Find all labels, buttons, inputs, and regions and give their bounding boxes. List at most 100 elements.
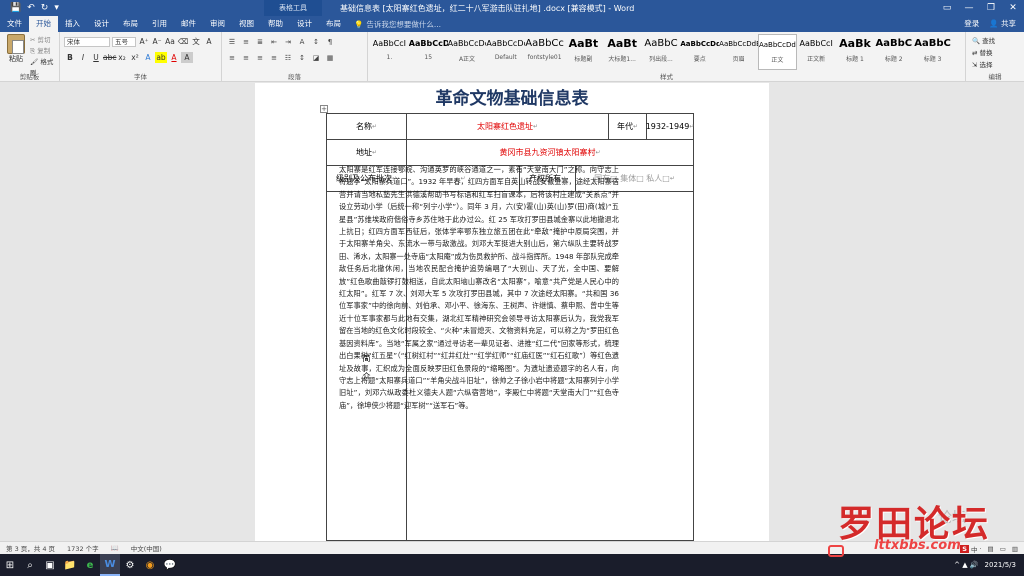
redo-icon[interactable]: ↻ xyxy=(41,3,49,13)
tab-view[interactable]: 视图 xyxy=(232,16,261,32)
replace-button[interactable]: ⇄ 替换 xyxy=(972,47,995,59)
browser-icon[interactable]: e xyxy=(80,554,100,576)
tab-help[interactable]: 帮助 xyxy=(261,16,290,32)
name-value-cell[interactable]: 太阳寨红色遗址 ↵ xyxy=(407,114,609,140)
change-case-icon[interactable]: Aa xyxy=(164,36,176,47)
word-app-icon[interactable]: W xyxy=(100,554,120,576)
name-label-cell[interactable]: 名称 ↵ xyxy=(327,114,407,140)
align-left-icon[interactable]: ≡ xyxy=(226,53,238,63)
tell-me-search[interactable]: 💡 告诉我您想要做什么... xyxy=(348,19,441,30)
close-button[interactable]: ✕ xyxy=(1002,0,1024,16)
word-count[interactable]: 1732 个字 xyxy=(61,543,105,553)
address-value-cell[interactable]: 黄冈市县九资河镇太阳寨村 ↵ xyxy=(407,140,693,166)
wechat-icon[interactable]: 💬 xyxy=(160,554,180,576)
proofing-icon[interactable]: 📖 xyxy=(105,544,125,552)
char-shading-icon[interactable]: A xyxy=(181,52,193,63)
task-view-icon[interactable]: ▣ xyxy=(40,554,60,576)
align-center-icon[interactable]: ≡ xyxy=(240,53,252,63)
style-item[interactable]: AaBbCcDdE 页眉 xyxy=(719,34,758,70)
subscript-icon[interactable]: x₂ xyxy=(116,52,128,63)
tab-table-design[interactable]: 设计 xyxy=(290,16,319,32)
sign-in-link[interactable]: 登录 xyxy=(964,16,979,32)
minimize-button[interactable]: — xyxy=(958,0,980,16)
decrease-indent-icon[interactable]: ⇤ xyxy=(268,37,280,47)
line-spacing-icon[interactable]: ↕ xyxy=(296,53,308,63)
style-item[interactable]: AaBbCcI 正文新 xyxy=(797,34,836,70)
style-item[interactable]: AaBbCcDd 要点 xyxy=(680,34,719,70)
copy-button[interactable]: ⎘ 复制 xyxy=(30,46,59,57)
tab-design[interactable]: 设计 xyxy=(87,16,116,32)
font-color-icon[interactable]: A xyxy=(168,52,180,63)
language-indicator[interactable]: 中文(中国) xyxy=(125,543,168,553)
numbering-icon[interactable]: ≡ xyxy=(240,37,252,47)
style-item[interactable]: AaBt 标题副 xyxy=(564,34,603,70)
shrink-font-icon[interactable]: A⁻ xyxy=(151,36,163,47)
char-border-icon[interactable]: A xyxy=(203,36,215,47)
grow-font-icon[interactable]: A⁺ xyxy=(138,36,150,47)
justify-icon[interactable]: ≡ xyxy=(268,53,280,63)
table-move-handle[interactable]: + xyxy=(320,105,328,113)
style-item-selected[interactable]: AaBbCcDd 正文 xyxy=(757,34,797,70)
tab-mailings[interactable]: 邮件 xyxy=(174,16,203,32)
bullets-icon[interactable]: ☰ xyxy=(226,37,238,47)
underline-icon[interactable]: U xyxy=(90,52,102,63)
clear-format-icon[interactable]: ⌫ xyxy=(177,36,189,47)
search-icon[interactable]: ⌕ xyxy=(20,554,40,576)
font-name-dropdown[interactable]: 宋体 xyxy=(64,37,110,47)
style-item[interactable]: AaBbCcI 1. xyxy=(370,34,409,70)
select-button[interactable]: ⇲ 选择 xyxy=(972,59,995,71)
italic-icon[interactable]: I xyxy=(77,52,89,63)
page-count[interactable]: 第 3 页，共 4 页 xyxy=(0,543,61,553)
save-icon[interactable]: 💾 xyxy=(10,3,21,13)
find-button[interactable]: 🔍 查找 xyxy=(972,35,995,47)
tab-references[interactable]: 引用 xyxy=(145,16,174,32)
phonetic-guide-icon[interactable]: 文 xyxy=(190,36,202,47)
highlight-icon[interactable]: ab xyxy=(155,52,167,63)
style-item[interactable]: AaBbC 标题 3 xyxy=(913,34,952,70)
tab-home[interactable]: 开始 xyxy=(29,16,58,32)
restore-button[interactable]: ❐ xyxy=(980,0,1002,16)
text-effects-icon[interactable]: A xyxy=(142,52,154,63)
style-item[interactable]: AaBbC 标题 2 xyxy=(874,34,913,70)
paste-button[interactable]: 粘贴 xyxy=(4,34,28,64)
chinese-layout-icon[interactable]: A xyxy=(296,37,308,47)
customize-qat-icon[interactable]: ▾ xyxy=(54,3,59,13)
tab-review[interactable]: 审阅 xyxy=(203,16,232,32)
settings-app-icon[interactable]: ⚙ xyxy=(120,554,140,576)
style-item[interactable]: AaBbCcD 15 xyxy=(409,34,448,70)
superscript-icon[interactable]: x² xyxy=(129,52,141,63)
show-marks-icon[interactable]: ¶ xyxy=(324,37,336,47)
style-item[interactable]: AaBbCcDc A正文 xyxy=(448,34,487,70)
address-label-cell[interactable]: 地址 ↵ xyxy=(327,140,407,166)
borders-icon[interactable]: ▦ xyxy=(324,53,336,63)
style-item[interactable]: AaBbC 列出段... xyxy=(642,34,681,70)
document-page[interactable]: 革命文物基础信息表 + 名称 ↵ 太阳寨红色遗址 ↵ 年代 ↵ 1932-1949 ↵ … xyxy=(255,83,769,541)
tab-layout[interactable]: 布局 xyxy=(116,16,145,32)
tab-insert[interactable]: 插入 xyxy=(58,16,87,32)
file-explorer-icon[interactable]: 📁 xyxy=(60,554,80,576)
undo-icon[interactable]: ↶ xyxy=(27,3,35,13)
distributed-icon[interactable]: ☷ xyxy=(282,53,294,63)
multilevel-list-icon[interactable]: ≣ xyxy=(254,37,266,47)
shading-icon[interactable]: ◪ xyxy=(310,53,322,63)
tab-table-layout[interactable]: 布局 xyxy=(319,16,348,32)
era-label-cell[interactable]: 年代 ↵ xyxy=(609,114,647,140)
strikethrough-icon[interactable]: abc xyxy=(103,52,116,63)
media-app-icon[interactable]: ◉ xyxy=(140,554,160,576)
era-value-cell[interactable]: 1932-1949 ↵ xyxy=(646,114,694,140)
start-icon[interactable]: ⊞ xyxy=(0,554,20,576)
cut-button[interactable]: ✂ 剪切 xyxy=(30,35,59,46)
style-item[interactable]: AaBk 标题 1 xyxy=(836,34,875,70)
font-size-dropdown[interactable]: 五号 xyxy=(112,37,136,47)
align-right-icon[interactable]: ≡ xyxy=(254,53,266,63)
bold-icon[interactable]: B xyxy=(64,52,76,63)
intro-text[interactable]: 太阳寨是红军连接鄂皖、沟通英罗的峡谷通道之一，素有“天堂南大门”之称。向守志上将… xyxy=(336,164,622,412)
sort-icon[interactable]: ↕ xyxy=(310,37,322,47)
share-button[interactable]: 👤 共享 xyxy=(989,16,1016,32)
style-item[interactable]: AaBbCcDc Default xyxy=(486,34,525,70)
tab-file[interactable]: 文件 xyxy=(0,16,29,32)
increase-indent-icon[interactable]: ⇥ xyxy=(282,37,294,47)
style-item[interactable]: AaBbCc fontstyle01 xyxy=(525,34,564,70)
document-area[interactable]: 革命文物基础信息表 + 名称 ↵ 太阳寨红色遗址 ↵ 年代 ↵ 1932-1949 ↵ … xyxy=(0,83,1024,541)
style-item[interactable]: AaBt 大标题1... xyxy=(603,34,642,70)
